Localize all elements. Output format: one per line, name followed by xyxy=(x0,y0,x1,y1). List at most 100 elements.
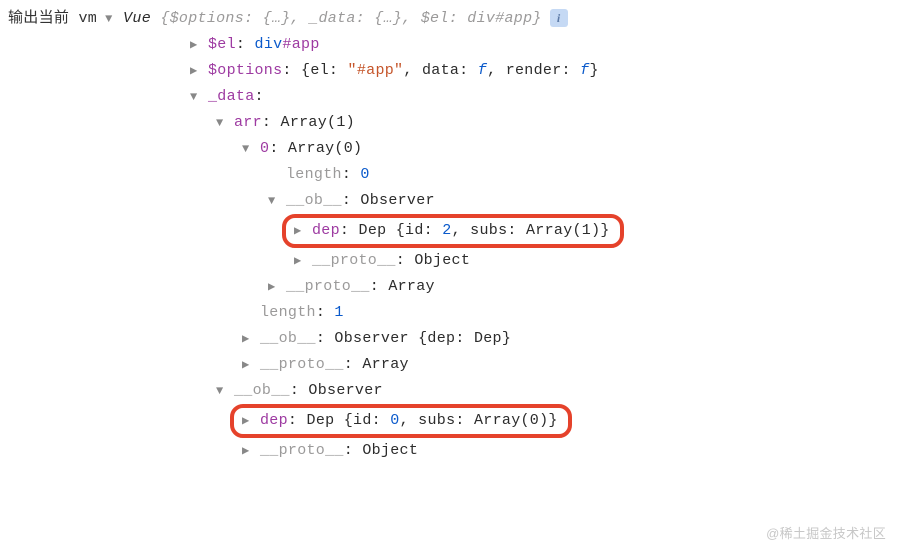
prop-key: __ob__ xyxy=(286,188,342,214)
prop-arr[interactable]: ▼ arr : Array(1) xyxy=(0,110,898,136)
prop-key: __proto__ xyxy=(260,438,344,464)
prop-proto-array-outer[interactable]: ▶ __proto__ : Array xyxy=(0,352,898,378)
proto-val: Array xyxy=(362,352,409,378)
brace: } xyxy=(589,58,598,84)
dep-id-key: id: xyxy=(405,218,442,244)
prop-ob-outer[interactable]: ▼ __ob__ : Observer xyxy=(0,378,898,404)
chevron-right-icon[interactable]: ▶ xyxy=(294,248,310,274)
watermark: @稀土掘金技术社区 xyxy=(766,523,886,542)
sep: , xyxy=(400,408,419,434)
chevron-right-icon[interactable]: ▶ xyxy=(242,352,258,378)
highlight-box: ▶ dep : Dep { id: 2 , subs: Array(1) } xyxy=(282,214,624,248)
sep: , xyxy=(452,218,471,244)
sep: , xyxy=(403,58,422,84)
dep-class: Dep xyxy=(307,408,335,434)
prop-length-0[interactable]: length : 0 xyxy=(0,162,898,188)
prop-length-1[interactable]: length : 1 xyxy=(0,300,898,326)
chevron-down-icon[interactable]: ▼ xyxy=(216,110,232,136)
prop-dep-highlighted-2[interactable]: ▶ dep : Dep { id: 0 , subs: Array(0) } xyxy=(0,404,898,438)
el-id: #app xyxy=(282,32,319,58)
dep-subs-key: subs: xyxy=(470,218,526,244)
idx0-type: Array(0) xyxy=(288,136,362,162)
options-el-key: el: xyxy=(310,58,347,84)
options-data-key: data: xyxy=(422,58,478,84)
prop-proto-array-inner[interactable]: ▶ __proto__ : Array xyxy=(0,274,898,300)
brace: { xyxy=(334,408,353,434)
el-tag: div xyxy=(255,32,283,58)
console-top-row[interactable]: 输出当前 vm ▼ Vue {$options: {…}, _data: {…}… xyxy=(0,6,898,32)
colon: : xyxy=(236,32,255,58)
prop-key: __proto__ xyxy=(260,352,344,378)
prop-key: _data xyxy=(208,84,255,110)
chevron-right-icon[interactable]: ▶ xyxy=(268,274,284,300)
prop-key: __proto__ xyxy=(312,248,396,274)
dep-subs-val: Array(0) xyxy=(474,408,548,434)
colon: : xyxy=(340,218,359,244)
arr-type: Array(1) xyxy=(281,110,355,136)
length-val: 1 xyxy=(334,300,343,326)
chevron-right-icon[interactable]: ▶ xyxy=(190,32,206,58)
colon: : xyxy=(370,274,389,300)
prop-dep-highlighted-1[interactable]: ▶ dep : Dep { id: 2 , subs: Array(1) } xyxy=(0,214,898,248)
chevron-down-icon[interactable]: ▼ xyxy=(190,84,206,110)
observer-dep: Observer {dep: Dep} xyxy=(334,326,511,352)
chevron-down-icon[interactable]: ▼ xyxy=(268,188,284,214)
prop-key: dep xyxy=(260,408,288,434)
observer: Observer xyxy=(360,188,434,214)
colon: : xyxy=(269,136,288,162)
colon: : xyxy=(290,378,309,404)
prop-proto-object-outer[interactable]: ▶ __proto__ : Object xyxy=(0,438,898,464)
prop-key: length xyxy=(286,162,342,188)
brace: } xyxy=(600,218,609,244)
chevron-down-icon[interactable]: ▼ xyxy=(105,6,121,32)
brace: { xyxy=(386,218,405,244)
colon: : xyxy=(316,300,335,326)
prop-key: $el xyxy=(208,32,236,58)
dep-id-key: id: xyxy=(353,408,390,434)
prop-key: $options xyxy=(208,58,282,84)
prop-el[interactable]: ▶ $el : div#app xyxy=(0,32,898,58)
colon: : xyxy=(344,352,363,378)
highlight-box: ▶ dep : Dep { id: 0 , subs: Array(0) } xyxy=(230,404,572,438)
options-data-val: f xyxy=(478,58,487,84)
prop-key: __ob__ xyxy=(234,378,290,404)
chevron-right-icon[interactable]: ▶ xyxy=(190,58,206,84)
chevron-right-icon[interactable]: ▶ xyxy=(242,408,258,434)
prop-index-0[interactable]: ▼ 0 : Array(0) xyxy=(0,136,898,162)
prop-key: arr xyxy=(234,110,262,136)
colon: : xyxy=(262,110,281,136)
prop-key: __ob__ xyxy=(260,326,316,352)
prop-data[interactable]: ▼ _data : xyxy=(0,84,898,110)
chevron-right-icon[interactable]: ▶ xyxy=(294,218,310,244)
proto-val: Object xyxy=(362,438,418,464)
colon: : xyxy=(316,326,335,352)
prop-key: length xyxy=(260,300,316,326)
prop-key: __proto__ xyxy=(286,274,370,300)
prop-ob-summary[interactable]: ▶ __ob__ : Observer {dep: Dep} xyxy=(0,326,898,352)
colon: : xyxy=(344,438,363,464)
dep-id-val: 2 xyxy=(442,218,451,244)
colon: : xyxy=(396,248,415,274)
chevron-right-icon[interactable]: ▶ xyxy=(242,326,258,352)
info-icon[interactable]: i xyxy=(550,9,568,27)
chevron-right-icon[interactable]: ▶ xyxy=(242,438,258,464)
options-render-val: f xyxy=(580,58,589,84)
observer: Observer xyxy=(308,378,382,404)
chevron-down-icon[interactable]: ▼ xyxy=(216,378,232,404)
chevron-down-icon[interactable]: ▼ xyxy=(242,136,258,162)
options-el-val: "#app" xyxy=(348,58,404,84)
vue-summary: {$options: {…}, _data: {…}, $el: div#app… xyxy=(151,6,542,32)
dep-id-val: 0 xyxy=(390,408,399,434)
colon: : { xyxy=(282,58,310,84)
dep-class: Dep xyxy=(359,218,387,244)
prop-key: 0 xyxy=(260,136,269,162)
prop-proto-object-inner[interactable]: ▶ __proto__ : Object xyxy=(0,248,898,274)
prop-options[interactable]: ▶ $options : { el: "#app" , data: f , re… xyxy=(0,58,898,84)
proto-val: Array xyxy=(388,274,435,300)
prop-key: dep xyxy=(312,218,340,244)
colon: : xyxy=(288,408,307,434)
prop-ob-inner[interactable]: ▼ __ob__ : Observer xyxy=(0,188,898,214)
proto-val: Object xyxy=(414,248,470,274)
brace: } xyxy=(548,408,557,434)
colon: : xyxy=(342,188,361,214)
